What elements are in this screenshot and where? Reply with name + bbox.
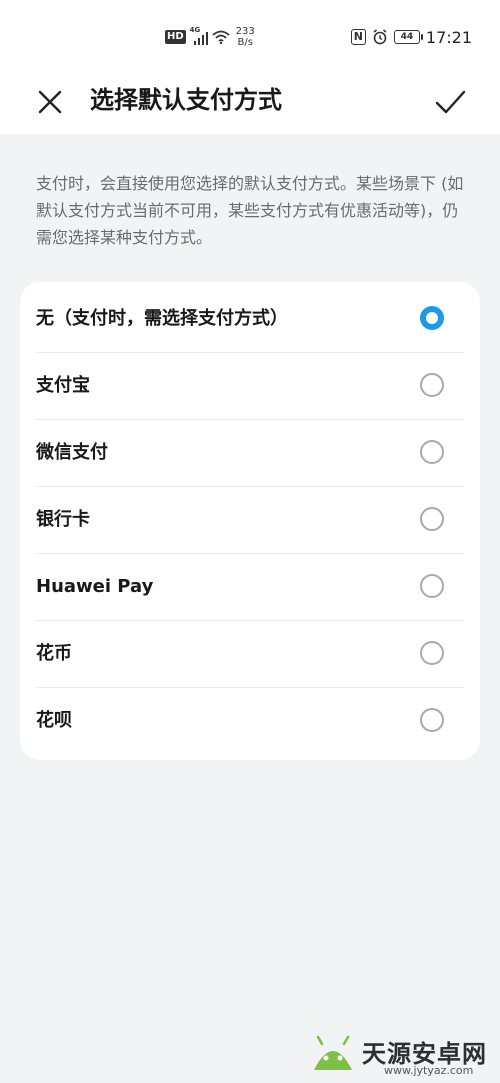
page-title: 选择默认支付方式 bbox=[90, 86, 282, 114]
app-bar: 选择默认支付方式 bbox=[0, 70, 500, 134]
option-label: 无（支付时，需选择支付方式） bbox=[36, 308, 288, 329]
option-label: 银行卡 bbox=[36, 509, 90, 530]
status-left: HD 4G 233 B/s bbox=[165, 25, 255, 49]
wifi-icon bbox=[212, 30, 230, 44]
option-none[interactable]: 无（支付时，需选择支付方式） bbox=[36, 286, 464, 353]
radio-unselected[interactable] bbox=[420, 440, 444, 464]
option-huabei[interactable]: 花呗 bbox=[36, 688, 464, 754]
option-bank-card[interactable]: 银行卡 bbox=[36, 487, 464, 554]
radio-unselected[interactable] bbox=[420, 708, 444, 732]
option-label: 微信支付 bbox=[36, 442, 108, 463]
option-label: 支付宝 bbox=[36, 375, 90, 396]
radio-unselected[interactable] bbox=[420, 641, 444, 665]
description-text: 支付时，会直接使用您选择的默认支付方式。某些场景下 (如默认支付方式当前不可用，… bbox=[36, 174, 464, 247]
speed-value: 233 bbox=[235, 26, 255, 37]
close-icon[interactable] bbox=[30, 82, 70, 122]
alarm-icon bbox=[373, 29, 387, 45]
option-huawei-pay[interactable]: Huawei Pay bbox=[36, 554, 464, 621]
status-bar: HD 4G 233 B/s N 44 17:21 bbox=[0, 0, 500, 70]
option-label: 花呗 bbox=[36, 710, 72, 731]
speed-unit: B/s bbox=[237, 37, 253, 48]
clock: 17:21 bbox=[425, 27, 472, 47]
nfc-icon: N bbox=[350, 29, 366, 45]
option-alipay[interactable]: 支付宝 bbox=[36, 353, 464, 420]
radio-unselected[interactable] bbox=[420, 373, 444, 397]
option-label: 花币 bbox=[36, 643, 72, 664]
android-logo-icon bbox=[314, 1035, 352, 1070]
battery-icon: 44 bbox=[393, 30, 423, 44]
hd-icon: HD bbox=[165, 30, 186, 44]
status-right: N 44 17:21 bbox=[350, 26, 472, 48]
payment-options-card: 无（支付时，需选择支付方式） 支付宝 微信支付 银行卡 Huawei Pay 花… bbox=[20, 282, 480, 760]
option-label: Huawei Pay bbox=[36, 576, 154, 597]
watermark: 天源安卓网 www.jytyaz.com bbox=[300, 1030, 500, 1080]
network-speed: 233 B/s bbox=[236, 26, 255, 48]
watermark-url: www.jytyaz.com bbox=[384, 1064, 474, 1077]
option-wechat-pay[interactable]: 微信支付 bbox=[36, 420, 464, 487]
option-huabi[interactable]: 花币 bbox=[36, 621, 464, 688]
radio-selected[interactable] bbox=[420, 306, 444, 330]
radio-unselected[interactable] bbox=[420, 574, 444, 598]
check-icon[interactable] bbox=[430, 82, 470, 122]
cellular-signal-icon: 4G bbox=[190, 26, 208, 45]
radio-unselected[interactable] bbox=[420, 507, 444, 531]
